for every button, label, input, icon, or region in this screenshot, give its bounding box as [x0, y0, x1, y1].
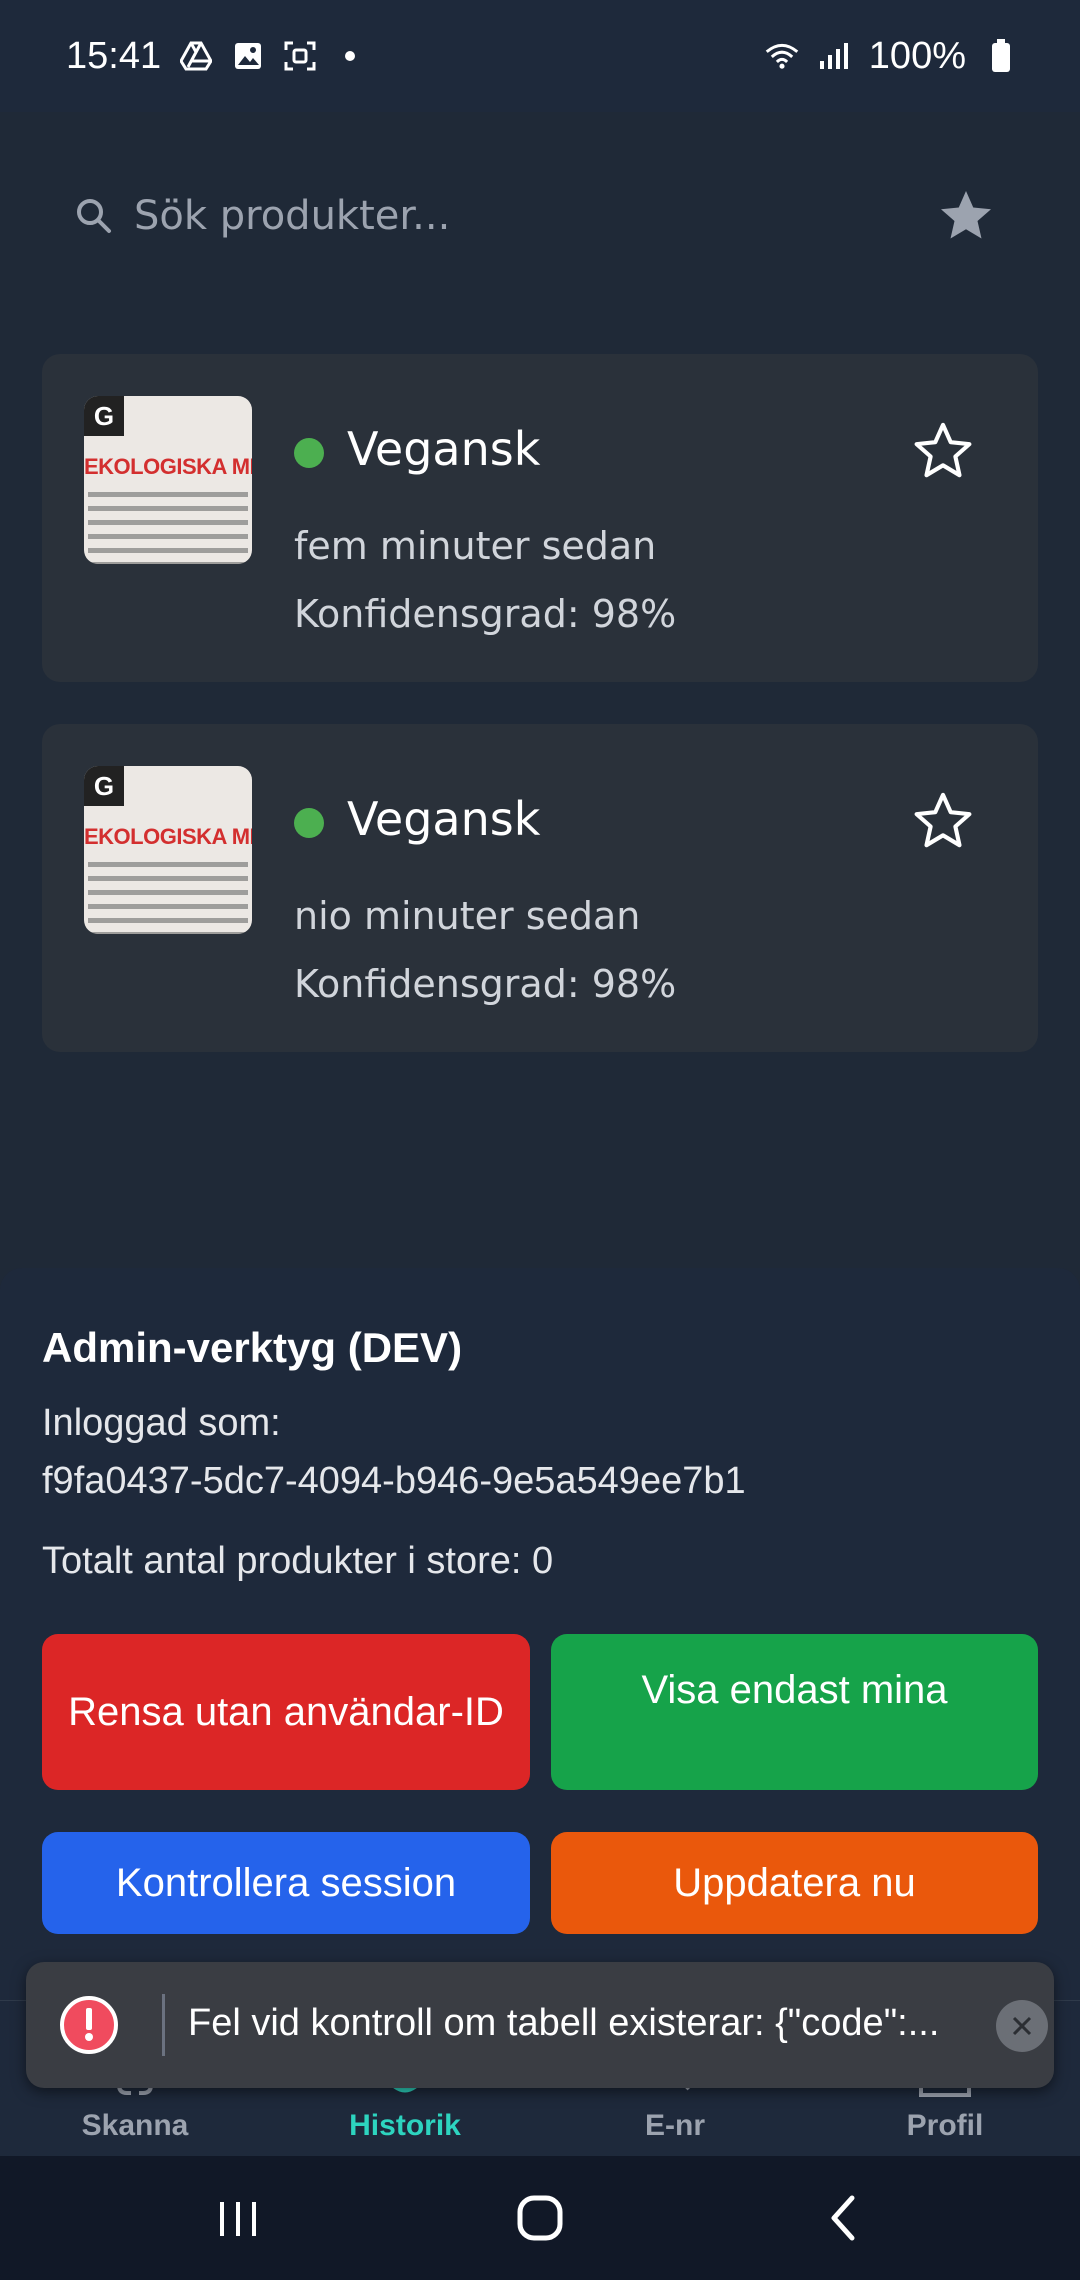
search-input[interactable] [134, 186, 894, 246]
verdict-label: Vegansk [347, 792, 541, 846]
confidence-label: Konfidensgrad: 98% [294, 592, 677, 636]
close-icon[interactable] [996, 2000, 1048, 2052]
scan-time: fem minuter sedan [294, 524, 657, 568]
refresh-now-button[interactable]: Uppdatera nu [551, 1832, 1038, 1934]
search-bar [42, 160, 1038, 272]
image-icon [231, 39, 265, 73]
vegan-status-dot [294, 808, 324, 838]
status-bar: 15:41 100% [0, 0, 1080, 112]
error-toast: Fel vid kontroll om tabell existerar: {"… [26, 1962, 1054, 2088]
show-only-mine-button[interactable]: Visa endast mina [551, 1634, 1038, 1790]
favorite-star-icon[interactable] [910, 788, 976, 854]
wifi-icon [765, 39, 799, 73]
verdict-label: Vegansk [347, 422, 541, 476]
thumbnail-heading: EKOLOGISKA MIKROP [84, 824, 252, 849]
vegan-status-dot [294, 438, 324, 468]
history-card[interactable]: G EKOLOGISKA MIKROP Vegansk fem minuter … [42, 354, 1038, 682]
search-icon [74, 196, 114, 236]
drive-icon [179, 39, 213, 73]
battery-percent: 100% [868, 34, 966, 77]
admin-title: Admin-verktyg (DEV) [42, 1324, 463, 1371]
favorite-star-icon[interactable] [910, 418, 976, 484]
favorites-filter-star-icon[interactable] [936, 186, 996, 246]
admin-panel: Admin-verktyg (DEV) Inloggad som: f9fa04… [0, 1268, 1080, 2008]
toast-divider [162, 1994, 165, 2056]
product-thumbnail: G EKOLOGISKA MIKROP [84, 766, 252, 934]
scan-time: nio minuter sedan [294, 894, 641, 938]
notification-dot [345, 51, 356, 61]
clear-without-user-id-button[interactable]: Rensa utan användar-ID [42, 1634, 530, 1790]
tab-label: Skanna [81, 2109, 189, 2142]
status-time: 15:41 [66, 34, 162, 77]
confidence-label: Konfidensgrad: 98% [294, 962, 677, 1006]
check-session-button[interactable]: Kontrollera session [42, 1832, 530, 1934]
user-id: f9fa0437-5dc7-4094-b946-9e5a549ee7b1 [42, 1460, 746, 1502]
toast-message: Fel vid kontroll om tabell existerar: {"… [188, 2002, 940, 2044]
error-alert-icon [60, 1996, 118, 2054]
recent-apps-icon[interactable] [206, 2186, 270, 2250]
garant-logo: G [84, 766, 124, 806]
signal-icon [817, 39, 851, 73]
system-navigation-bar [0, 2156, 1080, 2280]
history-card[interactable]: G EKOLOGISKA MIKROP Vegansk nio minuter … [42, 724, 1038, 1052]
logged-in-label: Inloggad som: [42, 1402, 281, 1444]
thumbnail-heading: EKOLOGISKA MIKROP [84, 454, 252, 479]
home-icon[interactable] [508, 2186, 572, 2250]
product-thumbnail: G EKOLOGISKA MIKROP [84, 396, 252, 564]
back-icon[interactable] [812, 2186, 876, 2250]
total-products: Totalt antal produkter i store: 0 [42, 1540, 554, 1582]
tab-label: Profil [906, 2109, 984, 2142]
garant-logo: G [84, 396, 124, 436]
tab-label: Historik [349, 2109, 461, 2142]
tab-label: E-nr [645, 2109, 705, 2142]
battery-icon [984, 39, 1018, 73]
screenshot-icon [283, 39, 317, 73]
